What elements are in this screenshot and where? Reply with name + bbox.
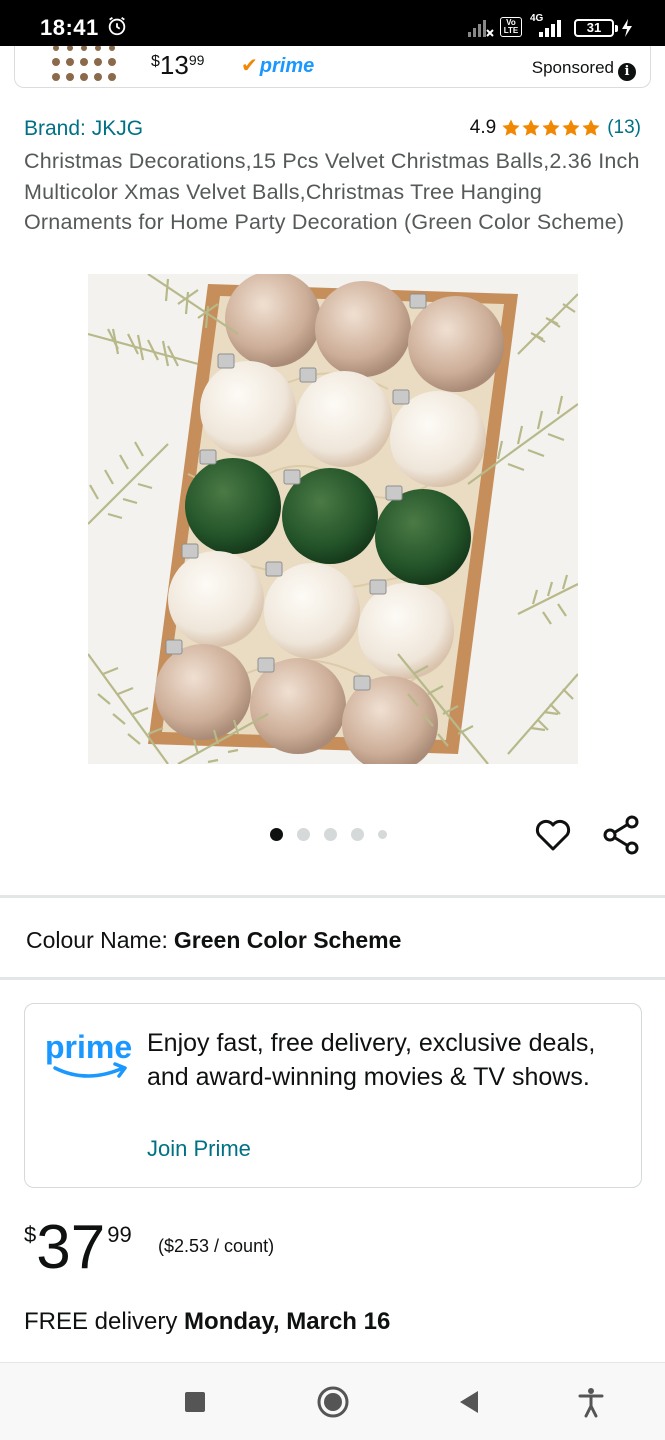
divider — [0, 895, 665, 898]
home-icon[interactable] — [316, 1385, 350, 1419]
sponsored-ad[interactable]: $1399 ✔ prime Sponsored i — [14, 46, 651, 88]
star-icon — [522, 119, 540, 136]
star-icon — [542, 119, 560, 136]
ad-thumbnail[interactable] — [51, 46, 121, 84]
star-icon — [582, 119, 600, 136]
unit-price: ($2.53 / count) — [158, 1236, 275, 1256]
image-carousel-dots[interactable] — [270, 828, 401, 841]
delivery-info: FREE delivery Monday, March 16 — [24, 1308, 391, 1335]
charging-icon — [622, 19, 632, 37]
recents-icon[interactable] — [178, 1385, 212, 1419]
prime-logo-text: prime — [45, 1029, 132, 1065]
carousel-dot[interactable] — [324, 828, 337, 841]
accessibility-icon[interactable] — [574, 1385, 608, 1419]
battery-icon: 31 — [574, 19, 618, 37]
carousel-dot[interactable] — [378, 830, 387, 839]
carousel-dot[interactable] — [270, 828, 283, 841]
signal-icon — [468, 20, 494, 37]
prime-badge: ✔ prime — [241, 55, 315, 77]
status-bar: 18:41 Vo LTE 4G 31 — [0, 0, 665, 46]
divider — [0, 977, 665, 980]
ad-price: $1399 — [151, 50, 205, 80]
product-title: Christmas Decorations,15 Pcs Velvet Chri… — [24, 149, 640, 234]
share-icon[interactable] — [602, 815, 640, 855]
signal-icon — [539, 20, 561, 37]
alarm-icon — [108, 16, 126, 36]
product-price: $37 99 — [24, 1213, 132, 1282]
colour-label: Colour Name: — [26, 927, 168, 953]
join-prime-link[interactable]: Join Prime — [147, 1136, 251, 1162]
status-time: 18:41 — [40, 15, 99, 40]
ornament-box-image — [88, 274, 578, 764]
prime-promo-card[interactable]: prime Enjoy fast, free delivery, exclusi… — [24, 1003, 642, 1188]
info-icon[interactable]: i — [618, 63, 636, 81]
back-icon[interactable] — [452, 1385, 486, 1419]
heart-icon[interactable] — [534, 816, 572, 854]
rating-summary[interactable]: 4.9 (13) — [470, 117, 641, 139]
prime-message: Enjoy fast, free delivery, exclusive dea… — [147, 1029, 596, 1091]
volte-icon: Vo LTE — [500, 17, 522, 37]
star-icon — [562, 119, 580, 136]
carousel-dot[interactable] — [297, 828, 310, 841]
star-rating — [501, 118, 601, 138]
rating-value: 4.9 — [469, 117, 497, 138]
sponsored-label[interactable]: Sponsored i — [532, 58, 636, 81]
check-icon: ✔ — [241, 55, 258, 77]
star-icon — [502, 119, 520, 136]
rating-count[interactable]: (13) — [607, 117, 641, 139]
prime-logo-icon: prime — [45, 1029, 132, 1078]
brand-link[interactable]: Brand: JKJG — [24, 117, 143, 141]
colour-selector[interactable]: Colour Name: Green Color Scheme — [26, 927, 401, 954]
carousel-dot[interactable] — [351, 828, 364, 841]
colour-value: Green Color Scheme — [173, 927, 402, 953]
system-nav-bar — [0, 1362, 665, 1440]
product-image[interactable] — [88, 274, 578, 764]
